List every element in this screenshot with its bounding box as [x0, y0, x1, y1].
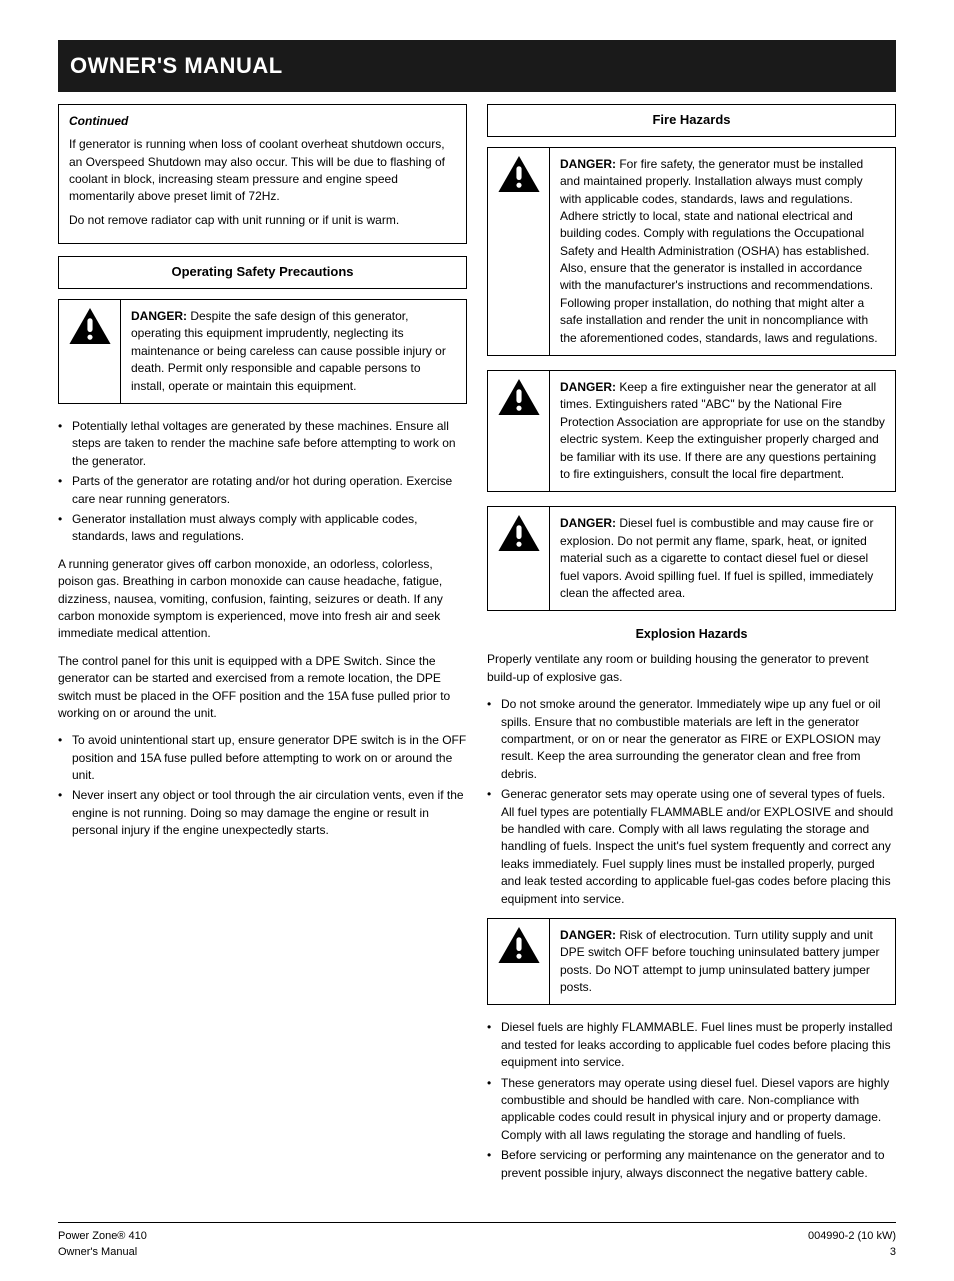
list-item: These generators may operate using diese… — [501, 1075, 896, 1145]
page-banner: OWNER'S MANUAL — [58, 40, 896, 92]
left-column: Continued If generator is running when l… — [58, 104, 467, 1192]
warning-triangle-icon — [498, 515, 540, 551]
warning-icon-cell — [488, 148, 550, 355]
danger-lead: DANGER: — [560, 928, 616, 942]
dpe-switch-para: The control panel for this unit is equip… — [58, 653, 467, 723]
continued-box: Continued If generator is running when l… — [58, 104, 467, 244]
danger-lead: DANGER: — [560, 157, 616, 171]
warning-icon-cell — [488, 507, 550, 610]
danger-text: DANGER: Risk of electrocution. Turn util… — [550, 919, 895, 1005]
ventilate-para: Properly ventilate any room or building … — [487, 651, 896, 686]
list-item: Never insert any object or tool through … — [72, 787, 467, 839]
product-name: Power Zone® 410 — [58, 1229, 147, 1245]
danger-body: Keep a fire extinguisher near the genera… — [560, 380, 885, 481]
danger-lead: DANGER: — [560, 516, 616, 530]
warning-triangle-icon — [69, 308, 111, 344]
list-item: Diesel fuels are highly FLAMMABLE. Fuel … — [501, 1019, 896, 1071]
warning-triangle-icon — [498, 156, 540, 192]
warning-icon-cell — [59, 300, 121, 403]
warning-icon-cell — [488, 371, 550, 491]
continued-body: If generator is running when loss of coo… — [69, 136, 456, 206]
danger-box-electrocution: DANGER: Risk of electrocution. Turn util… — [487, 918, 896, 1006]
two-column-layout: Continued If generator is running when l… — [58, 104, 896, 1192]
list-item: Potentially lethal voltages are generate… — [72, 418, 467, 470]
list-item: Before servicing or performing any maint… — [501, 1147, 896, 1182]
section-header-safety: Operating Safety Precautions — [58, 256, 467, 289]
safety-bullets-2: To avoid unintentional start up, ensure … — [58, 732, 467, 839]
page-number: 3 — [808, 1245, 896, 1261]
warning-triangle-icon — [498, 927, 540, 963]
danger-text: DANGER: For fire safety, the generator m… — [550, 148, 895, 355]
danger-lead: DANGER: — [560, 380, 616, 394]
danger-lead: DANGER: — [131, 309, 187, 323]
safety-bullets-1: Potentially lethal voltages are generate… — [58, 418, 467, 546]
explosion-bullets: Do not smoke around the generator. Immed… — [487, 696, 896, 908]
footer-right: 004990-2 (10 kW) 3 — [808, 1229, 896, 1261]
footer-left: Power Zone® 410 Owner's Manual — [58, 1229, 147, 1261]
continued-line: Continued — [69, 113, 456, 130]
page-footer: Power Zone® 410 Owner's Manual 004990-2 … — [58, 1222, 896, 1261]
danger-box-safety: DANGER: Despite the safe design of this … — [58, 299, 467, 404]
doc-type: Owner's Manual — [58, 1245, 147, 1261]
danger-box-diesel: DANGER: Diesel fuel is combustible and m… — [487, 506, 896, 611]
warning-icon-cell — [488, 919, 550, 1005]
danger-text: DANGER: Despite the safe design of this … — [121, 300, 466, 403]
right-column: Fire Hazards DANGER: For fire safety, th… — [487, 104, 896, 1192]
section-header-fire: Fire Hazards — [487, 104, 896, 137]
danger-box-install: DANGER: For fire safety, the generator m… — [487, 147, 896, 356]
explosion-subheader: Explosion Hazards — [487, 625, 896, 643]
danger-body: For fire safety, the generator must be i… — [560, 157, 878, 345]
danger-text: DANGER: Diesel fuel is combustible and m… — [550, 507, 895, 610]
carbon-monoxide-para: A running generator gives off carbon mon… — [58, 556, 467, 643]
list-item: Generator installation must always compl… — [72, 511, 467, 546]
warning-triangle-icon — [498, 379, 540, 415]
danger-text: DANGER: Keep a fire extinguisher near th… — [550, 371, 895, 491]
model-number: 004990-2 (10 kW) — [808, 1229, 896, 1245]
page-title: OWNER'S MANUAL — [70, 50, 884, 82]
list-item: Generac generator sets may operate using… — [501, 786, 896, 908]
list-item: Parts of the generator are rotating and/… — [72, 473, 467, 508]
list-item: Do not smoke around the generator. Immed… — [501, 696, 896, 783]
continued-cap: Do not remove radiator cap with unit run… — [69, 212, 456, 229]
after-bullets: Diesel fuels are highly FLAMMABLE. Fuel … — [487, 1019, 896, 1182]
list-item: To avoid unintentional start up, ensure … — [72, 732, 467, 784]
danger-box-extinguisher: DANGER: Keep a fire extinguisher near th… — [487, 370, 896, 492]
